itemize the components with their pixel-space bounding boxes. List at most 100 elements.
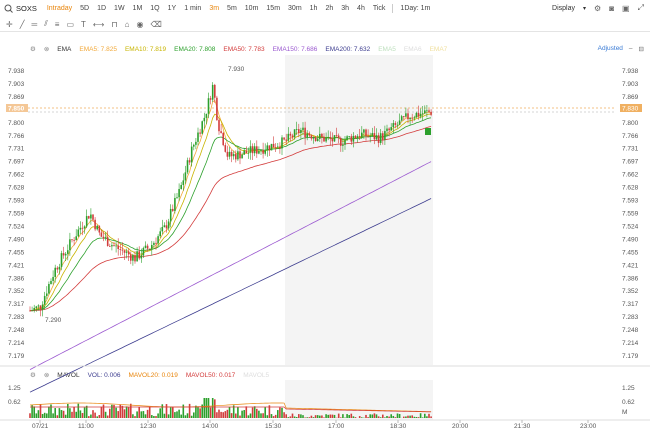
candle-body bbox=[319, 133, 321, 139]
candle-body bbox=[64, 253, 67, 256]
left-price-tick: 7.559 bbox=[8, 211, 25, 218]
candle-body bbox=[174, 197, 176, 211]
volume-bar bbox=[239, 415, 241, 418]
candle-body bbox=[256, 146, 258, 154]
candle-body bbox=[361, 132, 363, 138]
volume-bar bbox=[199, 408, 201, 418]
volume-bar bbox=[35, 413, 38, 418]
candle-body bbox=[266, 145, 269, 151]
volume-bar bbox=[157, 413, 159, 418]
volume-bar bbox=[392, 415, 395, 418]
left-price-tick: 7.317 bbox=[8, 301, 25, 308]
volume-bar bbox=[226, 409, 229, 418]
candle-body bbox=[127, 251, 130, 255]
volume-bar bbox=[274, 414, 277, 418]
left-price-tick: 7.731 bbox=[8, 146, 25, 153]
candle-body bbox=[60, 253, 63, 267]
candle-body bbox=[193, 144, 195, 147]
candle-body bbox=[314, 137, 317, 142]
volume-bar bbox=[81, 413, 84, 418]
volume-bar bbox=[172, 407, 174, 418]
low-label: 7.290 bbox=[45, 317, 62, 324]
price-tick: 7.455 bbox=[622, 249, 639, 256]
candle-body bbox=[132, 255, 134, 261]
volume-bar bbox=[293, 416, 296, 418]
volume-bar bbox=[409, 415, 411, 418]
candle-body bbox=[102, 236, 105, 239]
candle-body bbox=[396, 124, 399, 126]
left-volume-tick: 0.62 bbox=[8, 399, 21, 406]
price-tick: 7.283 bbox=[622, 314, 639, 321]
candle-body bbox=[300, 129, 302, 133]
volume-bar bbox=[182, 404, 185, 418]
candle-body bbox=[75, 236, 77, 241]
volume-bar bbox=[228, 406, 231, 418]
volume-bar bbox=[272, 416, 275, 418]
time-tick: 20:00 bbox=[452, 423, 469, 430]
candle-body bbox=[239, 151, 241, 159]
candle-body bbox=[340, 138, 342, 146]
candle-body bbox=[308, 133, 311, 136]
candle-body bbox=[386, 128, 388, 132]
volume-bar bbox=[237, 407, 239, 418]
volume-bar bbox=[211, 398, 214, 418]
candle-body bbox=[184, 172, 187, 181]
volume-bar bbox=[361, 417, 363, 418]
candle-body bbox=[262, 150, 264, 154]
volume-bar bbox=[224, 411, 227, 418]
left-price-tick: 7.766 bbox=[8, 133, 25, 140]
volume-bar bbox=[54, 408, 56, 418]
volume-bar bbox=[407, 415, 409, 418]
candle-body bbox=[298, 129, 300, 133]
candle-body bbox=[111, 245, 113, 247]
volume-bar bbox=[41, 413, 44, 418]
candle-body bbox=[199, 132, 201, 134]
price-tick: 7.524 bbox=[622, 223, 639, 230]
candle-body bbox=[35, 306, 38, 308]
volume-bar bbox=[371, 414, 374, 418]
candle-body bbox=[342, 144, 344, 146]
volume-bar bbox=[218, 409, 220, 418]
volume-bar bbox=[430, 416, 432, 418]
volume-bar bbox=[382, 414, 384, 418]
candle-body bbox=[293, 129, 296, 138]
candle-body bbox=[33, 307, 35, 311]
left-price-tick: 7.593 bbox=[8, 198, 25, 205]
volume-bar bbox=[375, 414, 378, 418]
candle-body bbox=[403, 116, 405, 117]
candle-body bbox=[41, 304, 44, 310]
volume-bar bbox=[419, 413, 422, 418]
candle-body bbox=[186, 160, 189, 173]
candle-body bbox=[407, 113, 409, 120]
volume-bar bbox=[48, 406, 50, 418]
volume-bar bbox=[222, 412, 224, 418]
candle-body bbox=[67, 250, 69, 254]
candle-body bbox=[394, 123, 397, 125]
volume-bar bbox=[295, 416, 298, 418]
candle-body bbox=[390, 127, 392, 131]
candle-body bbox=[228, 151, 231, 157]
candle-body bbox=[176, 197, 178, 199]
price-tick: 7.179 bbox=[622, 353, 639, 360]
price-tick: 7.697 bbox=[622, 159, 639, 166]
left-price-tick: 7.214 bbox=[8, 340, 25, 347]
price-tick: 7.559 bbox=[622, 211, 639, 218]
candle-body bbox=[291, 135, 294, 138]
volume-bar bbox=[106, 415, 109, 418]
candle-body bbox=[411, 117, 413, 119]
candle-body bbox=[409, 117, 411, 120]
volume-bar bbox=[310, 415, 313, 418]
candle-body bbox=[125, 251, 128, 253]
candle-body bbox=[92, 214, 94, 220]
volume-bar bbox=[377, 416, 380, 418]
candle-body bbox=[178, 188, 180, 198]
candle-body bbox=[241, 154, 243, 159]
volume-bar bbox=[88, 416, 90, 418]
price-tick: 7.628 bbox=[622, 185, 639, 192]
price-chart[interactable]: 7.9387.9037.8697.8347.8007.7667.7317.697… bbox=[0, 0, 650, 430]
volume-tick: M bbox=[622, 409, 627, 416]
volume-bar bbox=[300, 414, 302, 418]
candle-body bbox=[113, 245, 115, 246]
volume-bar bbox=[50, 404, 52, 418]
left-price-tick: 7.938 bbox=[8, 68, 25, 75]
